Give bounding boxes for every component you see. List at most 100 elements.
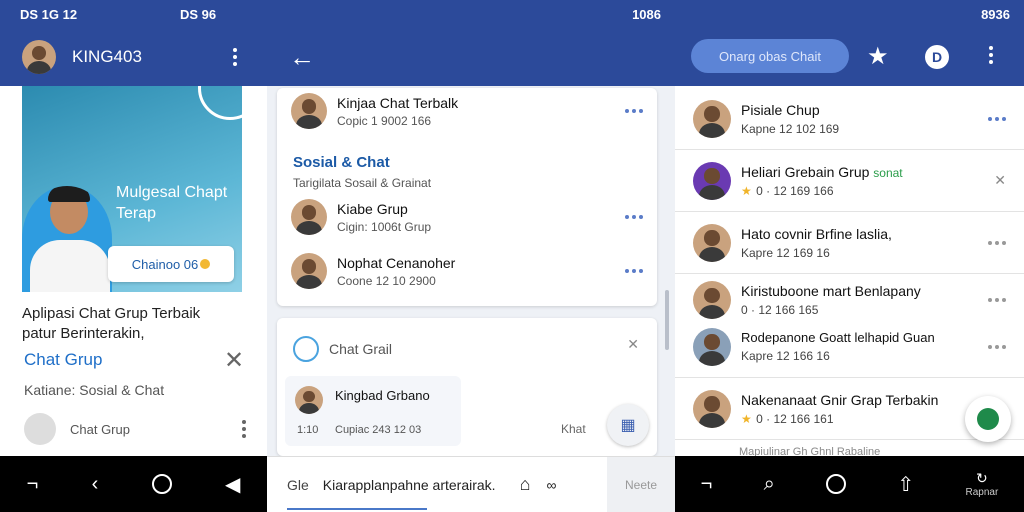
system-nav-bar: ¬ ⌕ ⇧ ↻ Rapnar (675, 456, 1024, 512)
chat-preview[interactable]: Kingbad Grbano 1:10 Cupiac 243 12 03 (285, 376, 461, 446)
category-label: Katiane: Sosial & Chat (24, 382, 165, 398)
status-right-text: 8936 (981, 6, 1010, 22)
group-meta: Kapne 12 102 169 (741, 121, 840, 136)
list-item[interactable]: Heliari Grebain Grup sonat ★ 0 · 12 169 … (675, 150, 1024, 212)
new-chat-fab[interactable] (965, 396, 1011, 442)
group-meta: 0 · 12 166 161 (756, 411, 834, 426)
group-name: Heliari Grebain Grup (741, 163, 870, 180)
group-avatar (693, 223, 731, 262)
list-item[interactable]: Hato covnir Brfine laslia, Kapre 12 169 … (675, 212, 1024, 274)
group-meta: 0 · 12 169 166 (756, 183, 834, 198)
placeholder-avatar (24, 413, 56, 445)
system-nav-bar: ¬ ‹ ◀ (0, 456, 267, 512)
group-meta: Copic 1 9002 166 (337, 113, 432, 128)
smiley-icon (293, 336, 319, 362)
group-name: Nakenanaat Gnir Grap Terbakin (741, 391, 939, 408)
message-input[interactable]: Kiarapplanpahne arterairak. (323, 477, 496, 493)
chat-icon (977, 408, 999, 430)
star-icon[interactable]: ★ (867, 42, 889, 71)
close-icon[interactable]: ✕ (627, 336, 639, 353)
emoji-icon[interactable]: ∞ (546, 477, 556, 493)
banner-title: Mulgesal Chapt Terap (116, 184, 228, 222)
search-icon[interactable]: ⌕ (764, 473, 775, 496)
group-meta: Kapre 12 166 16 (741, 349, 830, 363)
banner-button[interactable]: Chainoo 06 (108, 246, 234, 282)
more-options-icon[interactable] (988, 344, 1006, 349)
reload-label: Rapnar (965, 487, 999, 498)
group-meta: Coone 12 10 2900 (337, 273, 436, 288)
list-item[interactable]: Pisiale Chup Kapne 12 102 169 (675, 88, 1024, 150)
status-right-text: DS 96 (180, 6, 217, 22)
group-name: Kiristuboone mart Benlapany (741, 283, 921, 299)
more-menu-icon[interactable] (225, 48, 245, 66)
status-bar: 8936 (675, 0, 1024, 28)
triangle-icon[interactable]: ◀ (225, 472, 240, 497)
more-options-icon[interactable] (625, 109, 643, 113)
banner-button-label: Chainoo 06 (131, 256, 199, 272)
chat-meta: Cupiac 243 12 03 (335, 424, 422, 436)
group-card: Kinjaa Chat Terbalk Copic 1 9002 166 Sos… (277, 88, 657, 306)
reload-icon: ↻ (976, 470, 988, 486)
group-tag: sonat (873, 165, 903, 180)
recents-icon[interactable]: ¬ (701, 473, 713, 496)
status-left-text: DS 1G 12 (20, 6, 78, 22)
chat-grup-link[interactable]: Chat Grup (24, 350, 102, 370)
more-options-icon[interactable] (625, 215, 643, 219)
app-bar: ← (267, 28, 675, 86)
reload-button[interactable]: ↻ Rapnar (965, 470, 998, 498)
group-name: Nophat Cenanoher (337, 254, 456, 271)
back-nav-icon[interactable]: ‹ (92, 473, 99, 496)
scrollbar[interactable] (665, 290, 669, 350)
status-bar: DS 1G 12 DS 96 (0, 0, 267, 28)
list-item[interactable]: Kinjaa Chat Terbalk Copic 1 9002 166 (291, 88, 643, 134)
screen-group-list: 1086 ← Kinjaa Chat Terbalk Copic 1 9002 … (267, 0, 675, 512)
group-avatar (291, 93, 327, 129)
list-item[interactable]: Chat Grup (24, 412, 254, 446)
group-name: Kiabe Grup (337, 200, 408, 217)
group-meta: Kapre 12 169 16 (741, 245, 830, 260)
promo-banner[interactable]: Mulgesal Chapt Terap Chainoo 06 (22, 86, 242, 292)
group-name: Rodepanone Goatt lelhapid Guan (741, 330, 935, 345)
section-title: Sosial & Chat (293, 154, 390, 171)
more-menu-icon[interactable] (981, 46, 1001, 64)
chat-code: 1:10 (297, 424, 319, 436)
profile-avatar[interactable] (22, 40, 56, 74)
app-title: KING403 (72, 47, 142, 66)
group-name: Hato covnir Brfine laslia, (741, 225, 892, 242)
chat-bubble-icon[interactable]: ▦ (607, 404, 649, 446)
chat-avatar (295, 386, 323, 414)
app-bar: KING403 (0, 28, 267, 86)
more-options-icon[interactable] (988, 298, 1006, 302)
share-icon[interactable]: ⇧ (897, 472, 914, 497)
section-subtitle: Tarigilata Sosail & Grainat (293, 176, 432, 190)
coin-icon (200, 259, 211, 269)
list-item[interactable]: Nophat Cenanoher Coone 12 10 2900 (291, 248, 643, 294)
home-icon[interactable] (151, 474, 172, 494)
message-bar: Gle Kiarapplanpahne arterairak. ⌂ ∞ Neet… (267, 456, 675, 512)
list-item[interactable]: Kiabe Grup Cigin: 1006t Grup (291, 194, 643, 240)
list-item[interactable]: Rodepanone Goatt lelhapid Guan Kapre 12 … (675, 316, 1024, 378)
send-button[interactable]: Neete (607, 457, 675, 512)
more-options-icon[interactable] (625, 269, 643, 273)
close-icon[interactable]: ✕ (224, 346, 244, 375)
app-bar: Onarg obas Chait ★ D (675, 28, 1024, 86)
pin-icon[interactable]: ✕ (994, 172, 1006, 189)
home-icon[interactable] (826, 474, 847, 494)
group-avatar (693, 161, 731, 200)
more-options-icon[interactable] (988, 240, 1006, 245)
group-avatar (693, 281, 731, 319)
screen-app-detail: DS 1G 12 DS 96 KING403 Mulgesal Chapt Te… (0, 0, 267, 512)
banner-person-image (22, 186, 112, 292)
screen-group-directory: 8936 Onarg obas Chait ★ D Pisiale Chup K… (675, 0, 1024, 512)
search-pill[interactable]: Onarg obas Chait (691, 39, 849, 73)
badge-icon[interactable]: D (925, 45, 949, 69)
back-arrow-icon[interactable]: ← (289, 44, 315, 70)
attach-icon[interactable]: ⌂ (520, 474, 531, 495)
group-avatar (693, 327, 731, 366)
group-name: Kinjaa Chat Terbalk (337, 94, 459, 111)
recents-icon[interactable]: ¬ (27, 473, 39, 496)
more-options-icon[interactable] (988, 116, 1006, 121)
ring-decoration-icon (198, 86, 242, 120)
more-menu-icon[interactable] (234, 420, 254, 438)
list-item-label: Chat Grup (70, 421, 130, 437)
